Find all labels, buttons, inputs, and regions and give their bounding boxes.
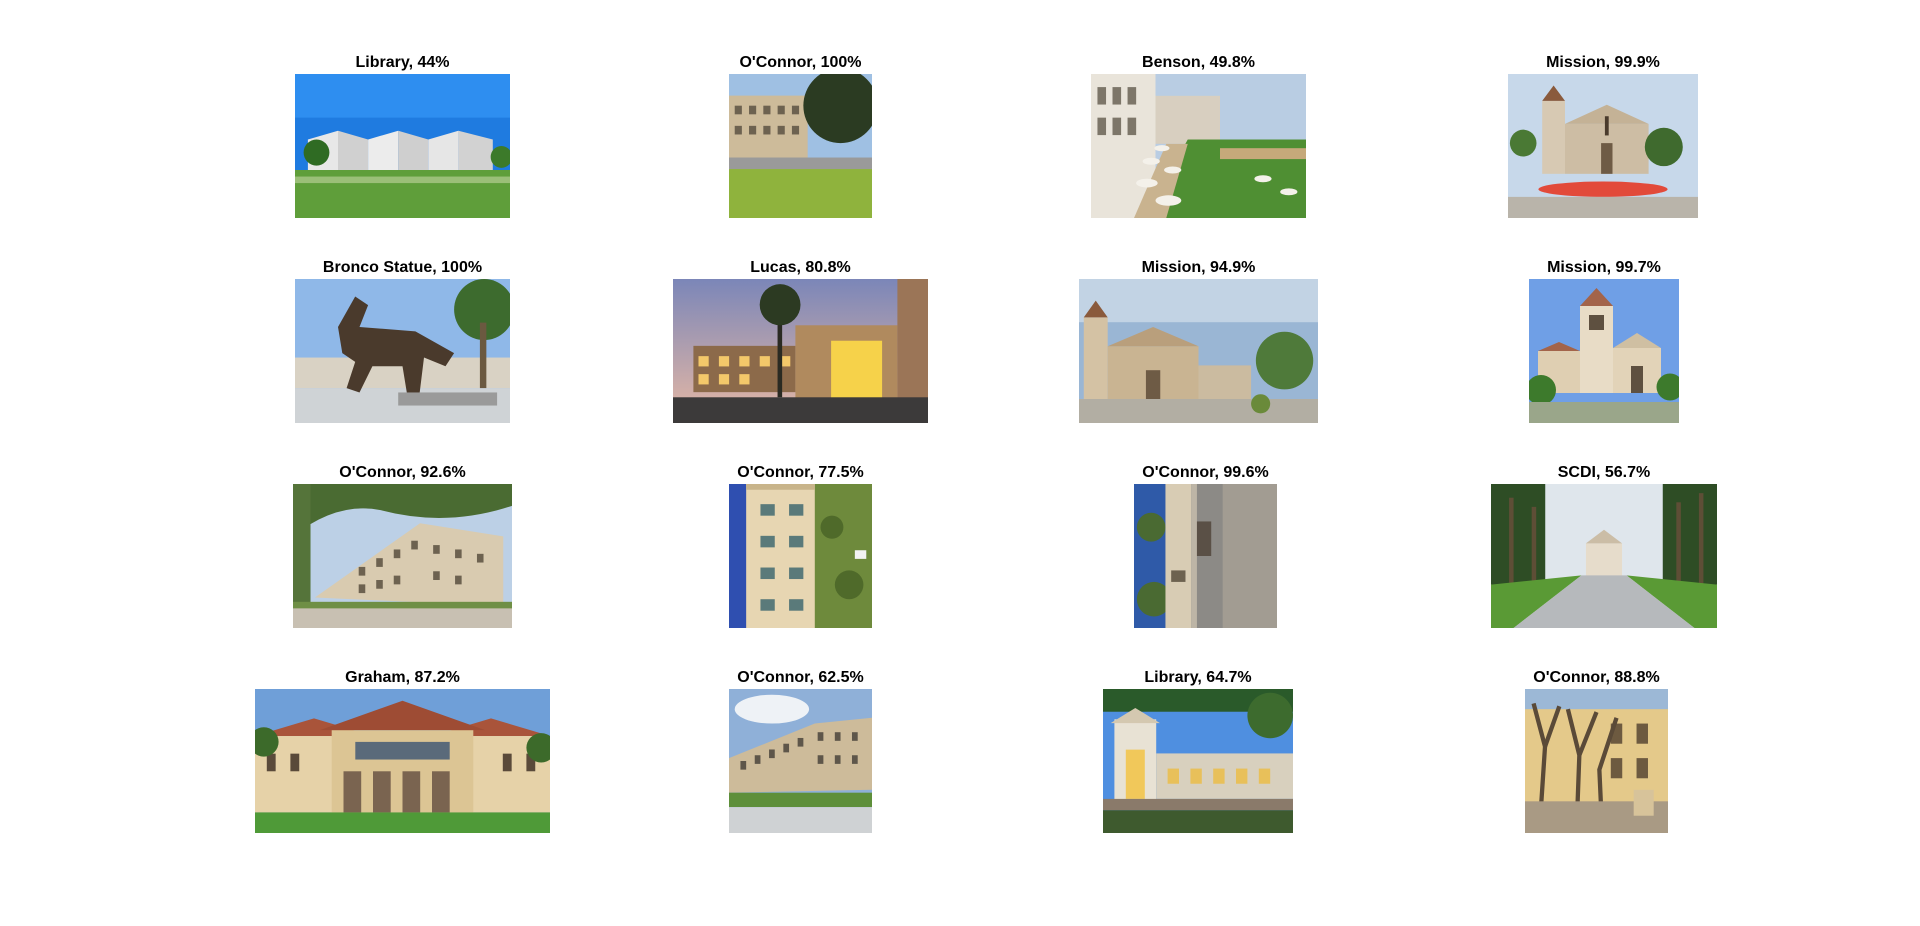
tile-8: Mission, 99.7% xyxy=(1529,259,1679,423)
oconnor-hall-rotated-wall-photo xyxy=(1134,484,1277,628)
oconnor-hall-photo xyxy=(729,74,872,218)
mission-church-tower-photo xyxy=(1529,279,1679,423)
tile-title: Graham, 87.2% xyxy=(345,669,460,686)
tile-title: Mission, 99.7% xyxy=(1547,259,1661,276)
tile-title: Mission, 94.9% xyxy=(1141,259,1256,276)
tile-title: O'Connor, 88.8% xyxy=(1533,669,1660,686)
tile-title: O'Connor, 100% xyxy=(739,54,862,71)
tile-title: Library, 64.7% xyxy=(1144,669,1252,686)
tile-5: Bronco Statue, 100% xyxy=(295,259,510,423)
tile-2: O'Connor, 100% xyxy=(729,54,872,218)
tile-1: Library, 44% xyxy=(295,54,510,218)
tile-title: O'Connor, 99.6% xyxy=(1142,464,1269,481)
benson-center-patio-photo xyxy=(1091,74,1306,218)
oconnor-hall-trees-photo xyxy=(293,484,512,628)
tile-title: SCDI, 56.7% xyxy=(1557,464,1651,481)
palm-walkway-mission-photo xyxy=(1491,484,1717,628)
figure-canvas: { "tiles": [ {"title": "Library, 44%", "… xyxy=(0,0,1920,926)
tile-11: O'Connor, 99.6% xyxy=(1134,464,1277,628)
tile-title: Benson, 49.8% xyxy=(1142,54,1255,71)
mission-church-photo xyxy=(1508,74,1698,218)
tile-title: O'Connor, 77.5% xyxy=(737,464,864,481)
tile-title: O'Connor, 92.6% xyxy=(339,464,466,481)
tile-16: O'Connor, 88.8% xyxy=(1525,669,1668,833)
tile-title: Lucas, 80.8% xyxy=(750,259,851,276)
oconnor-hall-bare-trees-photo xyxy=(1525,689,1668,833)
tile-12: SCDI, 56.7% xyxy=(1491,464,1717,628)
library-building-photo xyxy=(295,74,510,218)
tile-title: Mission, 99.9% xyxy=(1546,54,1660,71)
tile-15: Library, 64.7% xyxy=(1103,669,1293,833)
library-entrance-photo xyxy=(1103,689,1293,833)
tile-10: O'Connor, 77.5% xyxy=(729,464,872,628)
mission-church-wide-photo xyxy=(1079,279,1318,423)
tile-title: Bronco Statue, 100% xyxy=(322,259,483,276)
tile-3: Benson, 49.8% xyxy=(1091,54,1306,218)
tile-title: Library, 44% xyxy=(355,54,450,71)
tile-13: Graham, 87.2% xyxy=(255,669,550,833)
oconnor-hall-rotated-photo xyxy=(729,484,872,628)
lucas-hall-dusk-photo xyxy=(673,279,928,423)
tile-6: Lucas, 80.8% xyxy=(673,259,928,423)
oconnor-hall-side-photo xyxy=(729,689,872,833)
graham-hall-photo xyxy=(255,689,550,833)
tile-4: Mission, 99.9% xyxy=(1508,54,1698,218)
bronco-statue-photo xyxy=(295,279,510,423)
tile-7: Mission, 94.9% xyxy=(1079,259,1318,423)
tile-title: O'Connor, 62.5% xyxy=(737,669,864,686)
tile-14: O'Connor, 62.5% xyxy=(729,669,872,833)
tile-9: O'Connor, 92.6% xyxy=(293,464,512,628)
